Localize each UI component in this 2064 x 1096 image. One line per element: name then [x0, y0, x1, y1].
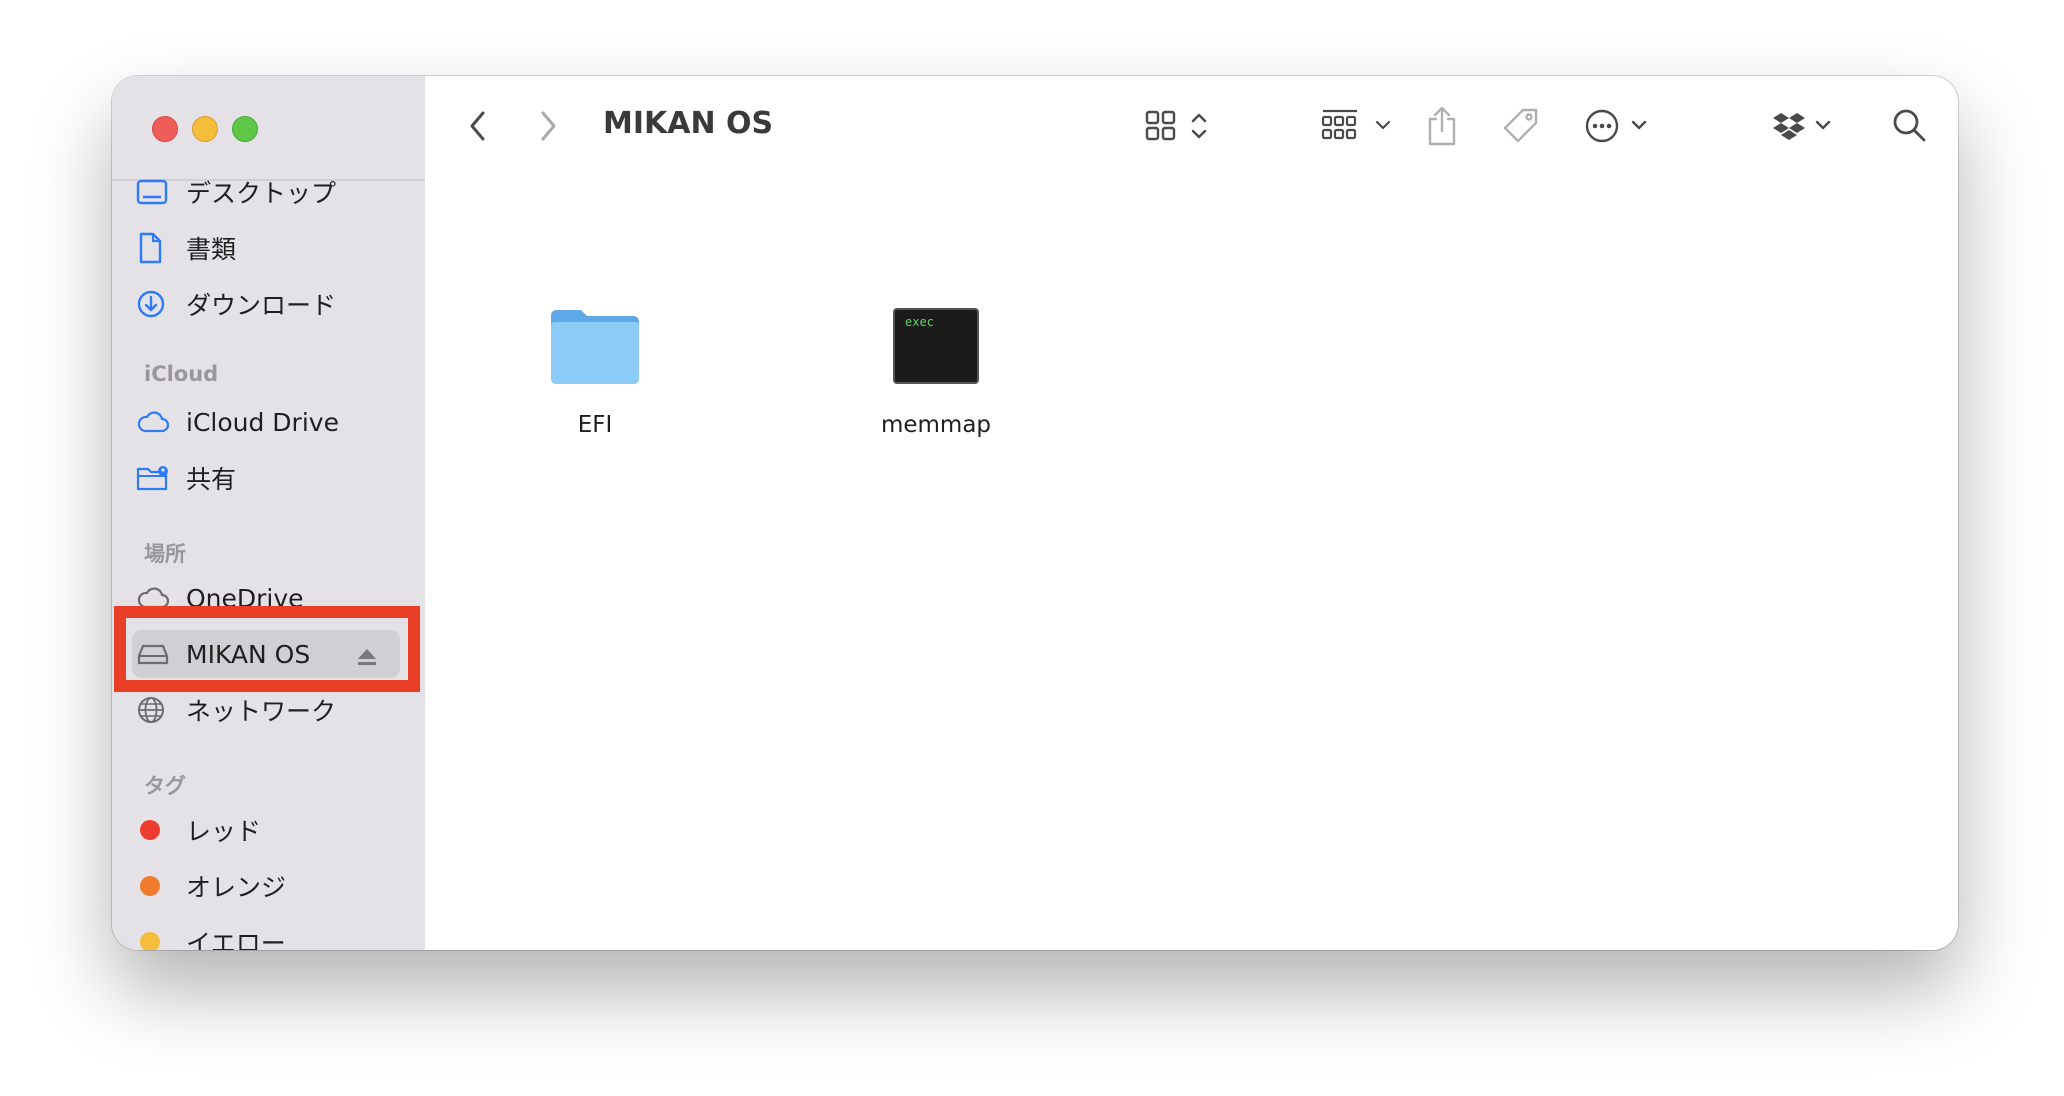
sidebar-item-label: OneDrive — [186, 583, 304, 613]
group-icon — [1321, 109, 1391, 140]
dropbox-icon — [1773, 113, 1831, 140]
tag-yellow-dot-icon — [140, 932, 160, 950]
sidebar-item-desktop[interactable]: デスクトップ — [136, 168, 400, 216]
folder-icon — [551, 310, 639, 384]
exec-badge-text: exec — [905, 315, 934, 329]
drive-icon — [136, 638, 176, 670]
sidebar-item-label: デスクトップ — [186, 179, 337, 208]
close-window-button[interactable] — [152, 116, 178, 142]
sidebar-item-icloud-drive[interactable]: iCloud Drive — [136, 398, 400, 446]
shared-folder-icon — [136, 462, 176, 494]
finder-window: デスクトップ 書類 ダウンロード iCloud iCloud Drive 共有 … — [112, 76, 1958, 950]
tag-dot-container — [136, 926, 176, 950]
chevron-left-icon — [470, 111, 485, 141]
search-button[interactable] — [1890, 102, 1930, 150]
network-icon — [136, 694, 176, 726]
sidebar-item-label: ダウンロード — [186, 291, 337, 320]
document-icon — [136, 232, 176, 264]
cloud-icon — [136, 582, 176, 614]
toolbar: MIKAN OS — [425, 76, 1958, 176]
maximize-window-button[interactable] — [232, 116, 258, 142]
sidebar: デスクトップ 書類 ダウンロード iCloud iCloud Drive 共有 … — [112, 76, 425, 950]
sidebar-item-label: レッド — [186, 817, 262, 846]
minimize-window-button[interactable] — [192, 116, 218, 142]
download-icon — [136, 288, 176, 320]
group-by-button[interactable] — [1321, 102, 1395, 150]
eject-icon[interactable] — [356, 644, 378, 673]
action-menu-button[interactable] — [1585, 102, 1659, 150]
more-icon — [1585, 109, 1647, 143]
file-name: EFI — [577, 412, 613, 438]
tag-dot-container — [136, 814, 176, 846]
file-browser-content: EFI exec memmap — [425, 176, 1958, 950]
share-icon — [1428, 106, 1456, 146]
view-mode-button[interactable] — [1145, 102, 1215, 150]
tag-red-dot-icon — [140, 820, 160, 840]
sidebar-item-label: オレンジ — [186, 873, 287, 902]
sidebar-item-tag-yellow[interactable]: イエロー — [136, 918, 400, 950]
sidebar-section-locations: 場所 — [144, 542, 186, 566]
desktop-icon — [136, 176, 176, 208]
sidebar-section-icloud: iCloud — [144, 362, 219, 386]
sidebar-item-label: iCloud Drive — [186, 407, 339, 437]
forward-button[interactable] — [535, 102, 561, 150]
window-title: MIKAN OS — [603, 106, 774, 141]
exec-file-icon: exec — [893, 308, 979, 384]
sidebar-item-documents[interactable]: 書類 — [136, 224, 400, 272]
sidebar-item-onedrive[interactable]: OneDrive — [136, 574, 400, 622]
sidebar-item-tag-orange[interactable]: オレンジ — [136, 862, 400, 910]
sidebar-item-network[interactable]: ネットワーク — [136, 686, 400, 734]
tag-dot-container — [136, 870, 176, 902]
dropbox-button[interactable] — [1773, 102, 1843, 150]
icon-grid-icon — [1145, 110, 1207, 141]
sidebar-item-label: イエロー — [186, 929, 286, 950]
file-item-memmap[interactable]: exec memmap — [836, 306, 1036, 438]
cloud-icon — [136, 406, 176, 438]
tag-icon — [1503, 108, 1538, 143]
sidebar-item-label: MIKAN OS — [186, 639, 311, 669]
file-item-efi[interactable]: EFI — [495, 306, 695, 438]
tag-orange-dot-icon — [140, 876, 160, 896]
chevron-right-icon — [541, 111, 556, 141]
sidebar-item-shared[interactable]: 共有 — [136, 454, 400, 502]
sidebar-item-downloads[interactable]: ダウンロード — [136, 280, 400, 328]
search-icon — [1893, 109, 1926, 142]
sidebar-item-tag-red[interactable]: レッド — [136, 806, 400, 854]
back-button[interactable] — [465, 102, 491, 150]
sidebar-item-label: 共有 — [186, 465, 237, 494]
share-button[interactable] — [1425, 102, 1459, 150]
file-name: memmap — [880, 412, 992, 438]
sidebar-item-label: 書類 — [186, 235, 237, 264]
sidebar-item-mikan-os[interactable]: MIKAN OS — [132, 630, 400, 678]
sidebar-section-tags: タグ — [144, 774, 186, 798]
tag-button[interactable] — [1501, 102, 1541, 150]
sidebar-item-label: ネットワーク — [186, 697, 337, 726]
